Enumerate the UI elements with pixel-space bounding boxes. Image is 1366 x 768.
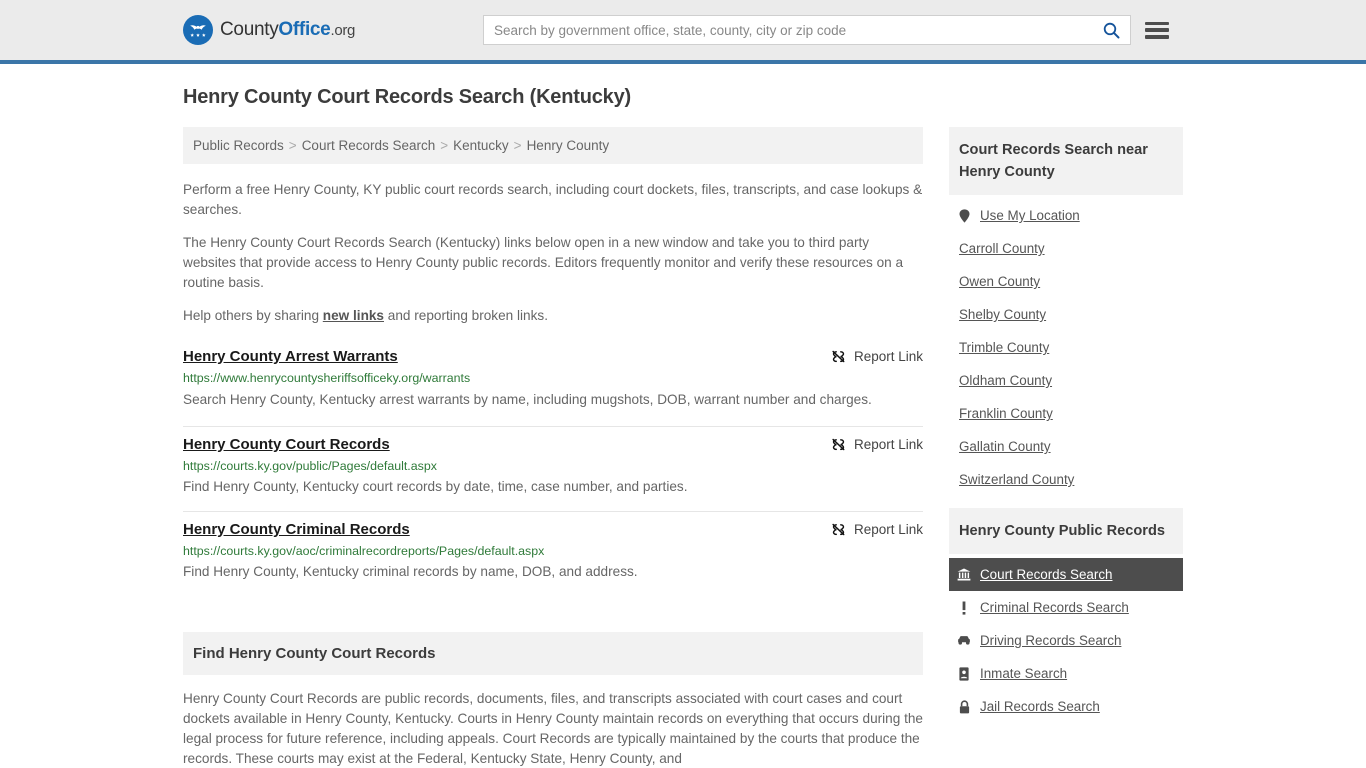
result-title-link[interactable]: Henry County Criminal Records xyxy=(183,521,410,538)
breadcrumb-item-kentucky[interactable]: Kentucky xyxy=(453,138,509,153)
find-records-section: Find Henry County Court Records Henry Co… xyxy=(183,632,923,768)
sidebar-nearby-card: Court Records Search near Henry County U… xyxy=(949,127,1183,496)
result-description: Find Henry County, Kentucky criminal rec… xyxy=(183,564,638,579)
sidebar-item-label: Court Records Search xyxy=(980,567,1113,582)
sidebar-item-owen-county[interactable]: Owen County xyxy=(949,265,1183,298)
breadcrumb-separator: > xyxy=(288,138,297,153)
sidebar-item-label: Inmate Search xyxy=(980,666,1068,681)
page-container: Henry County Court Records Search (Kentu… xyxy=(183,64,1183,768)
sidebar-nearby-heading: Court Records Search near Henry County xyxy=(949,127,1183,195)
sidebar-item-label: Owen County xyxy=(959,274,1041,289)
logo-text-org: .org xyxy=(330,22,356,39)
result-item: Henry County Court Records Report Link h… xyxy=(183,427,923,512)
sidebar-item-label: Use My Location xyxy=(980,208,1080,223)
report-link-label: Report Link xyxy=(853,437,923,452)
header-search-area xyxy=(483,15,1169,45)
car-icon xyxy=(957,635,971,646)
new-links-link[interactable]: new links xyxy=(323,308,384,323)
report-link-button[interactable]: Report Link xyxy=(831,348,923,364)
broken-link-icon xyxy=(831,437,846,452)
breadcrumb-separator: > xyxy=(440,138,449,153)
sidebar-item-driving-records-search[interactable]: Driving Records Search xyxy=(949,624,1183,657)
sidebar-item-shelby-county[interactable]: Shelby County xyxy=(949,298,1183,331)
intro-p3-before: Help others by sharing xyxy=(183,308,323,323)
result-item: Henry County Criminal Records Report Lin… xyxy=(183,512,923,596)
report-link-label: Report Link xyxy=(853,349,923,364)
sidebar-item-label: Switzerland County xyxy=(959,472,1075,487)
site-logo-text: CountyOffice.org xyxy=(220,19,355,41)
intro-paragraph-3: Help others by sharing new links and rep… xyxy=(183,306,923,326)
sidebar-item-label: Franklin County xyxy=(959,406,1053,421)
sidebar-item-inmate-search[interactable]: Inmate Search xyxy=(949,657,1183,690)
sidebar-nearby-list: Use My Location Carroll County Owen Coun… xyxy=(949,195,1183,496)
sidebar-item-label: Driving Records Search xyxy=(980,633,1122,648)
report-link-button[interactable]: Report Link xyxy=(831,521,923,537)
main-content: Public Records > Court Records Search > Kent… xyxy=(183,127,923,768)
sidebar-item-label: Gallatin County xyxy=(959,439,1051,454)
sidebar-item-court-records-search[interactable]: Court Records Search xyxy=(949,558,1183,591)
sidebar-public-records-heading: Henry County Public Records xyxy=(949,508,1183,554)
hamburger-bar xyxy=(1145,21,1169,25)
sidebar-item-trimble-county[interactable]: Trimble County xyxy=(949,331,1183,364)
report-link-button[interactable]: Report Link xyxy=(831,436,923,452)
site-logo[interactable]: CountyOffice.org xyxy=(183,15,355,45)
find-records-body: Henry County Court Records are public re… xyxy=(183,691,923,766)
report-link-label: Report Link xyxy=(853,522,923,537)
sidebar-item-label: Oldham County xyxy=(959,373,1053,388)
breadcrumb-item-court-records-search[interactable]: Court Records Search xyxy=(302,138,436,153)
sidebar-item-gallatin-county[interactable]: Gallatin County xyxy=(949,430,1183,463)
sidebar-item-label: Criminal Records Search xyxy=(980,600,1129,615)
results-list: Henry County Arrest Warrants Report Link… xyxy=(183,339,923,596)
broken-link-icon xyxy=(831,349,846,364)
sidebar-item-label: Trimble County xyxy=(959,340,1050,355)
sidebar-item-oldham-county[interactable]: Oldham County xyxy=(949,364,1183,397)
sidebar-item-criminal-records-search[interactable]: Criminal Records Search xyxy=(949,591,1183,624)
result-description: Search Henry County, Kentucky arrest war… xyxy=(183,392,872,407)
sidebar-public-records-list: Court Records Search Criminal Records Se… xyxy=(949,554,1183,723)
hamburger-menu-icon[interactable] xyxy=(1145,21,1169,39)
intro-paragraph-1: Perform a free Henry County, KY public c… xyxy=(183,182,923,217)
search-box[interactable] xyxy=(483,15,1131,45)
breadcrumb-separator: > xyxy=(513,138,522,153)
intro-text: Perform a free Henry County, KY public c… xyxy=(183,180,923,326)
hamburger-bar xyxy=(1145,28,1169,32)
breadcrumb-item-henry-county[interactable]: Henry County xyxy=(527,138,610,153)
result-title-link[interactable]: Henry County Arrest Warrants xyxy=(183,348,398,365)
courthouse-icon xyxy=(957,568,971,581)
find-records-heading: Find Henry County Court Records xyxy=(183,632,923,675)
lock-icon xyxy=(957,699,971,714)
sidebar-public-records-card: Henry County Public Records Court Record… xyxy=(949,508,1183,723)
sidebar-item-jail-records-search[interactable]: Jail Records Search xyxy=(949,690,1183,723)
site-header: CountyOffice.org xyxy=(0,0,1366,64)
sidebar-item-franklin-county[interactable]: Franklin County xyxy=(949,397,1183,430)
breadcrumb-item-public-records[interactable]: Public Records xyxy=(193,138,284,153)
search-input[interactable] xyxy=(494,22,1101,38)
sidebar-item-label: Jail Records Search xyxy=(980,699,1100,714)
id-badge-icon xyxy=(957,666,971,681)
eagle-seal-icon xyxy=(183,15,213,45)
sidebar-item-carroll-county[interactable]: Carroll County xyxy=(949,232,1183,265)
result-title-link[interactable]: Henry County Court Records xyxy=(183,436,390,453)
result-url[interactable]: https://courts.ky.gov/aoc/criminalrecord… xyxy=(183,544,923,558)
search-icon[interactable] xyxy=(1101,22,1122,39)
broken-link-icon xyxy=(831,522,846,537)
sidebar-item-label: Shelby County xyxy=(959,307,1047,322)
sidebar-item-label: Carroll County xyxy=(959,241,1045,256)
map-pin-icon xyxy=(957,208,971,223)
logo-text-county: County xyxy=(220,19,279,40)
intro-p3-after: and reporting broken links. xyxy=(384,308,548,323)
result-description: Find Henry County, Kentucky court record… xyxy=(183,479,688,494)
exclamation-icon xyxy=(957,601,971,615)
result-url[interactable]: https://courts.ky.gov/public/Pages/defau… xyxy=(183,459,923,473)
sidebar: Court Records Search near Henry County U… xyxy=(949,127,1183,735)
result-url[interactable]: https://www.henrycountysheriffsofficeky.… xyxy=(183,371,923,385)
hamburger-bar xyxy=(1145,35,1169,39)
page-title: Henry County Court Records Search (Kentu… xyxy=(183,86,631,108)
sidebar-item-switzerland-county[interactable]: Switzerland County xyxy=(949,463,1183,496)
breadcrumb: Public Records > Court Records Search > Kent… xyxy=(183,127,923,164)
logo-text-office: Office xyxy=(278,19,331,40)
sidebar-item-use-my-location[interactable]: Use My Location xyxy=(949,199,1183,232)
result-item: Henry County Arrest Warrants Report Link… xyxy=(183,339,923,427)
intro-paragraph-2: The Henry County Court Records Search (K… xyxy=(183,235,904,290)
